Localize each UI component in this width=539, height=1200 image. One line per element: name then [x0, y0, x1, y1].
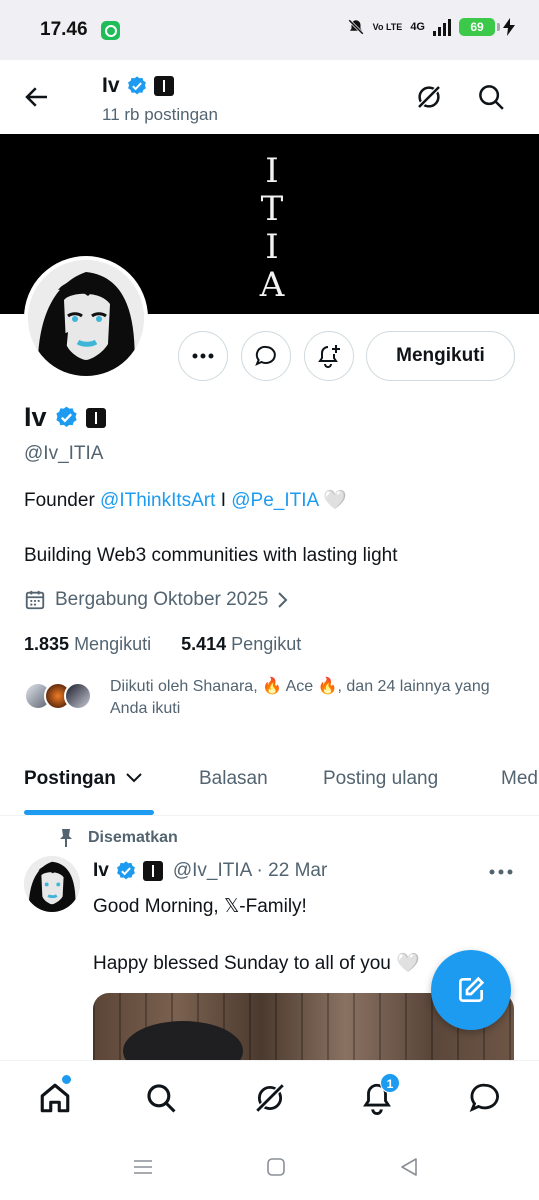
- search-icon[interactable]: [144, 1081, 178, 1115]
- bio-text: Founder: [24, 490, 101, 511]
- header-name: Iv: [102, 74, 120, 97]
- network-type: 4G: [410, 21, 425, 33]
- status-indicators: Vo LTE 4G 69: [347, 18, 515, 36]
- profile-joined-row[interactable]: Bergabung Oktober 2025: [24, 589, 289, 611]
- grok-icon[interactable]: [253, 1081, 287, 1115]
- muted-bell-icon: [347, 19, 364, 35]
- joined-date: Bergabung Oktober 2025: [55, 589, 269, 610]
- profile-header: Iv 11 rb postingan: [0, 60, 539, 134]
- affiliate-badge-icon: [85, 407, 106, 428]
- profile-bio-line2: Building Web3 communities with lasting l…: [24, 545, 398, 566]
- bio-link-ithinkitsart[interactable]: @IThinkItsArt: [100, 490, 215, 511]
- banner-logo: I T I A: [259, 151, 285, 305]
- more-options-button[interactable]: [178, 331, 228, 381]
- recent-apps-icon[interactable]: [132, 1156, 154, 1178]
- chevron-down-icon: [126, 773, 142, 783]
- chevron-right-icon: [278, 592, 288, 608]
- verified-badge-icon: [127, 76, 146, 95]
- message-button[interactable]: [241, 331, 291, 381]
- tab-posting-ulang[interactable]: Posting ulang: [323, 768, 438, 790]
- verified-badge-icon: [116, 861, 135, 880]
- tweet-more-icon[interactable]: [488, 868, 514, 876]
- profile-tabs: Postingan Balasan Posting ulang Media: [0, 760, 539, 816]
- follower-avatar: [64, 682, 92, 710]
- pin-icon: [60, 829, 72, 847]
- tweet-text-line1: Good Morning, 𝕏-Family!: [93, 896, 307, 917]
- calendar-icon: [25, 590, 45, 610]
- status-bar: 17.46 Vo LTE 4G 69: [0, 0, 539, 60]
- back-system-icon[interactable]: [398, 1156, 420, 1178]
- home-unread-dot: [62, 1075, 71, 1084]
- whatsapp-notification-icon: [101, 21, 120, 40]
- profile-name-row: Iv: [24, 402, 106, 433]
- search-icon[interactable]: [476, 82, 506, 112]
- bell-plus-icon: [318, 345, 340, 368]
- battery-indicator: 69: [459, 18, 500, 36]
- status-time: 17.46: [40, 19, 88, 40]
- back-arrow-icon[interactable]: [22, 82, 52, 112]
- compose-icon: [459, 976, 485, 1002]
- tab-postingan[interactable]: Postingan: [24, 768, 142, 790]
- signal-icon: [433, 18, 451, 36]
- tweet-author-name[interactable]: Iv: [93, 860, 109, 882]
- message-icon: [255, 345, 276, 366]
- notification-count-badge: 1: [380, 1073, 400, 1093]
- messages-icon[interactable]: [468, 1081, 502, 1115]
- bio-separator: I: [215, 490, 232, 511]
- following-stat[interactable]: 1.835 Mengikuti: [24, 634, 151, 655]
- header-name-row: Iv: [102, 74, 174, 98]
- following-button[interactable]: Mengikuti: [366, 331, 515, 381]
- tweet-handle-date: @Iv_ITIA · 22 Mar: [172, 860, 328, 881]
- affiliate-badge-icon: [153, 76, 174, 96]
- bio-link-pe-itia[interactable]: @Pe_ITIA: [231, 490, 318, 511]
- bottom-navigation: 1: [0, 1060, 539, 1134]
- tweet-avatar[interactable]: [24, 856, 80, 912]
- profile-stats: 1.835 Mengikuti 5.414 Pengikut: [24, 634, 301, 655]
- tweet-header: Iv @Iv_ITIA · 22 Mar: [93, 860, 327, 882]
- profile-name: Iv: [24, 402, 47, 432]
- tab-media[interactable]: Media: [501, 768, 539, 790]
- compose-post-button[interactable]: [431, 950, 511, 1030]
- home-icon[interactable]: [38, 1081, 72, 1115]
- profile-bio-line1: Founder @IThinkItsArt I @Pe_ITIA 🤍: [24, 488, 347, 512]
- bio-heart: 🤍: [318, 490, 348, 511]
- charging-icon: [503, 18, 515, 36]
- pinned-label-row: Disematkan: [58, 828, 178, 848]
- active-tab-indicator: [24, 810, 154, 815]
- system-navigation-bar: [0, 1134, 539, 1200]
- avatar-image: [28, 260, 144, 376]
- tweet-text-line2: Happy blessed Sunday to all of you 🤍: [93, 953, 420, 974]
- more-icon: [192, 353, 214, 359]
- followed-by-text: Diikuti oleh Shanara, 🔥 Ace 🔥, dan 24 la…: [110, 678, 490, 717]
- affiliate-badge-icon: [142, 861, 163, 881]
- followers-stat[interactable]: 5.414 Pengikut: [181, 634, 301, 655]
- home-system-icon[interactable]: [265, 1156, 287, 1178]
- pinned-label: Disematkan: [88, 829, 178, 846]
- profile-handle: @Iv_ITIA: [24, 443, 104, 464]
- header-post-count: 11 rb postingan: [102, 105, 218, 124]
- tab-balasan[interactable]: Balasan: [199, 768, 268, 790]
- followed-by-row[interactable]: Diikuti oleh Shanara, 🔥 Ace 🔥, dan 24 la…: [24, 676, 524, 722]
- notify-button[interactable]: [304, 331, 354, 381]
- volte-indicator: Vo LTE: [372, 21, 403, 32]
- profile-avatar[interactable]: [24, 256, 148, 380]
- grok-icon[interactable]: [414, 82, 444, 112]
- verified-badge-icon: [55, 406, 77, 427]
